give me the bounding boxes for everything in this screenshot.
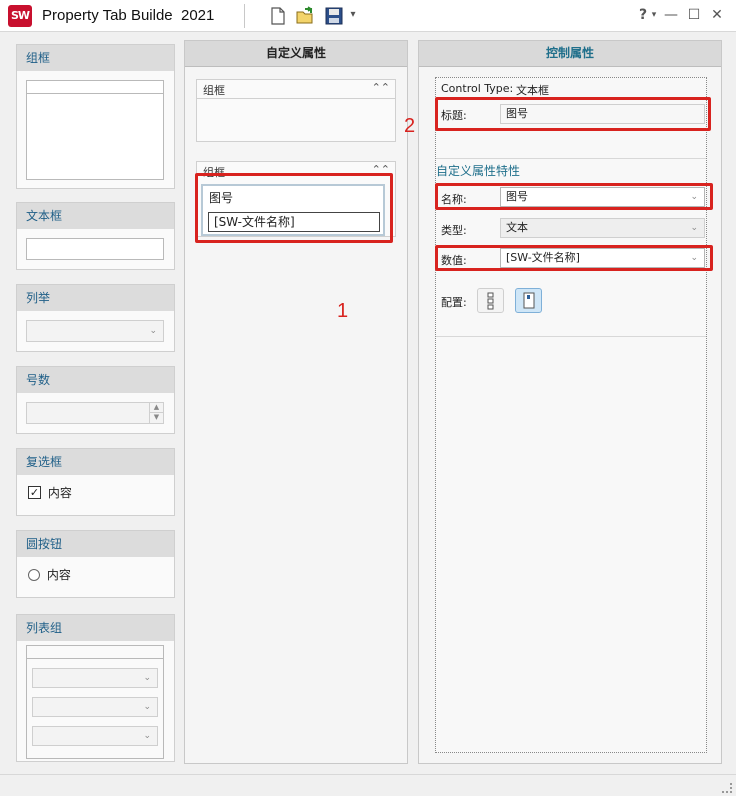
toolbox-checkbox-label: 复选框 (17, 449, 174, 475)
caption-label: 标题: (441, 109, 467, 122)
custom-property-section-title: 自定义属性特性 (436, 164, 521, 178)
config-single-button[interactable] (515, 288, 542, 313)
canvas-groupbox-1[interactable]: 组框 ⌃⌃ (196, 79, 396, 142)
type-select[interactable]: 文本 ⌄ (500, 218, 705, 238)
toolbox-radio[interactable]: 圆按钮 内容 (16, 530, 175, 598)
value-select-value: [SW-文件名称] (506, 251, 580, 264)
solidworks-logo-icon: SW (8, 5, 32, 27)
save-dropdown-arrow-icon[interactable]: ▾ (344, 6, 362, 24)
toolbox-listgroup[interactable]: 列表组 ⌄ ⌄ ⌄ (16, 614, 175, 762)
groupbox-1-label: 组框 (203, 84, 225, 97)
chevron-down-icon: ⌄ (149, 326, 157, 336)
resize-grip-icon[interactable] (722, 783, 732, 793)
caption-input[interactable]: 图号 (500, 104, 705, 124)
listgroup-select-2: ⌄ (32, 697, 158, 717)
toolbox-radio-label: 圆按钮 (17, 531, 174, 557)
collapse-up-icon[interactable]: ⌃⌃ (372, 163, 390, 176)
name-select[interactable]: 图号 ⌄ (500, 187, 705, 207)
app-title-text: Property Tab Builde (42, 7, 173, 24)
spin-down-icon: ▼ (149, 413, 163, 423)
number-preview: ▲ ▼ (26, 402, 164, 424)
value-label: 数值: (441, 254, 467, 267)
groupbox-1-divider (197, 98, 395, 99)
open-folder-icon[interactable] (295, 6, 315, 26)
collapse-up-icon[interactable]: ⌃⌃ (372, 81, 390, 94)
new-file-icon[interactable] (268, 6, 288, 26)
app-year-text: 2021 (180, 7, 215, 24)
toolbox-list-label: 列举 (17, 285, 174, 311)
checkbox-checked-icon: ✓ (28, 486, 41, 499)
custom-properties-title: 自定义属性 (185, 41, 407, 67)
chevron-down-icon: ⌄ (143, 731, 151, 741)
listgroup-select-1: ⌄ (32, 668, 158, 688)
spin-up-icon: ▲ (149, 403, 163, 413)
title-separator (244, 4, 245, 28)
groupbox-preview (26, 80, 164, 180)
maximize-icon[interactable]: ☐ (685, 6, 703, 24)
control-properties-title: 控制属性 (419, 41, 721, 67)
save-disk-icon[interactable] (324, 6, 344, 26)
control-properties-panel: 控制属性 (418, 40, 722, 764)
toolbox-textbox[interactable]: 文本框 (16, 202, 175, 270)
window-title: Property Tab Builde 2021 (42, 7, 214, 24)
textbox-preview (26, 238, 164, 260)
list-preview: ⌄ (26, 320, 164, 342)
name-select-value: 图号 (506, 190, 528, 203)
minimize-icon[interactable]: — (662, 6, 680, 24)
toolbox-listgroup-label: 列表组 (17, 615, 174, 641)
toolbox-number[interactable]: 号数 ▲ ▼ (16, 366, 175, 434)
chevron-down-icon: ⌄ (143, 673, 151, 683)
help-dropdown-icon[interactable]: ▾ (645, 6, 663, 24)
text-control-value[interactable]: [SW-文件名称] (208, 212, 380, 232)
control-type-value: 文本框 (516, 84, 549, 97)
close-icon[interactable]: ✕ (708, 6, 726, 24)
properties-divider-1 (436, 158, 706, 159)
listgroup-preview: ⌄ ⌄ ⌄ (26, 645, 164, 759)
toolbox-groupbox-label: 组框 (17, 45, 174, 71)
status-bar (0, 774, 736, 796)
toolbox-number-label: 号数 (17, 367, 174, 393)
config-label: 配置: (441, 296, 467, 309)
value-select[interactable]: [SW-文件名称] ⌄ (500, 248, 705, 268)
listgroup-preview-divider (27, 658, 163, 659)
custom-properties-panel: 自定义属性 组框 ⌃⌃ 组框 ⌃⌃ 图号 [SW-文件名称] (184, 40, 408, 764)
all-configurations-icon (487, 292, 494, 310)
groupbox-preview-divider (27, 93, 163, 94)
chevron-down-icon: ⌄ (690, 253, 698, 263)
radio-item-label: 内容 (46, 568, 71, 582)
title-bar: SW Property Tab Builde 2021 ▾ ? ▾ — ☐ ✕ (0, 0, 736, 32)
annotation-marker-2: 2 (404, 115, 416, 137)
toolbox-textbox-label: 文本框 (17, 203, 174, 229)
control-type-label: Control Type: (441, 82, 514, 95)
type-select-value: 文本 (506, 221, 528, 234)
properties-divider-2 (436, 336, 706, 337)
listgroup-select-3: ⌄ (32, 726, 158, 746)
name-label: 名称: (441, 193, 467, 206)
chevron-down-icon: ⌄ (690, 192, 698, 202)
config-all-button[interactable] (477, 288, 504, 313)
chevron-down-icon: ⌄ (690, 223, 698, 233)
toolbox-checkbox[interactable]: 复选框 ✓ 内容 (16, 448, 175, 516)
groupbox-2-label: 组框 (203, 166, 225, 179)
annotation-marker-1: 1 (337, 300, 349, 322)
checkbox-item-label: 内容 (47, 486, 72, 500)
radio-button-icon (28, 568, 40, 581)
text-control-instance[interactable]: 图号 [SW-文件名称] (201, 184, 385, 236)
type-label: 类型: (441, 224, 467, 237)
toolbox-groupbox[interactable]: 组框 (16, 44, 175, 189)
toolbox-list[interactable]: 列举 ⌄ (16, 284, 175, 352)
text-control-label: 图号 (209, 191, 234, 205)
this-configuration-icon (523, 292, 535, 309)
chevron-down-icon: ⌄ (143, 702, 151, 712)
